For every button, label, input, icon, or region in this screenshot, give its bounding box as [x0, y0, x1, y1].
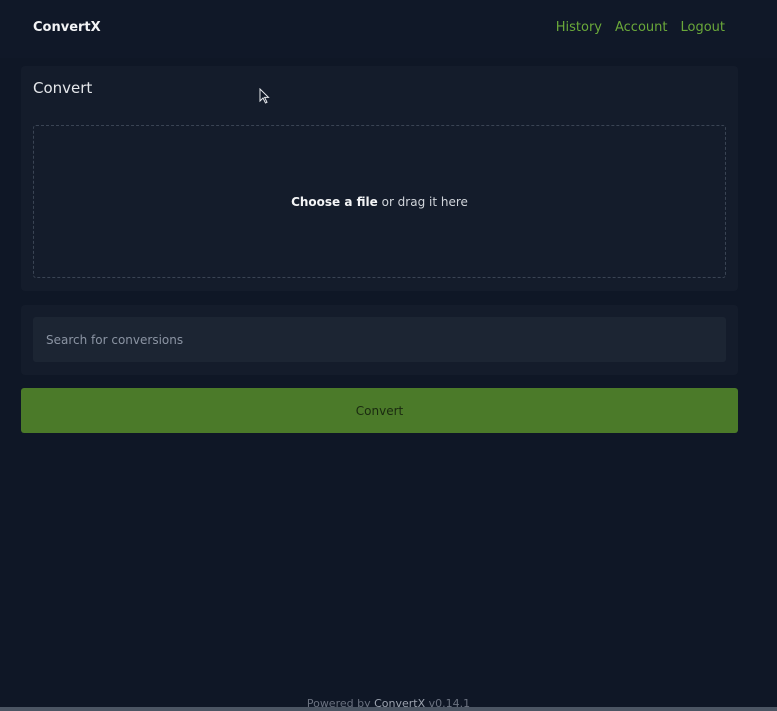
header: ConvertX History Account Logout — [0, 0, 777, 58]
nav-links: History Account Logout — [556, 20, 725, 35]
convert-button[interactable]: Convert — [21, 388, 738, 433]
bottom-scrollbar — [0, 707, 777, 711]
dropzone-text: Choose a file or drag it here — [291, 195, 468, 209]
brand-logo[interactable]: ConvertX — [33, 20, 101, 35]
convertx-page: ConvertX History Account Logout Convert … — [0, 0, 777, 711]
nav-account-link[interactable]: Account — [615, 20, 668, 35]
upload-card: Convert Choose a file or drag it here — [21, 66, 738, 291]
drag-here-text: or drag it here — [377, 194, 468, 209]
choose-file-text: Choose a file — [291, 194, 378, 209]
nav-history-link[interactable]: History — [556, 20, 602, 35]
file-dropzone[interactable]: Choose a file or drag it here — [33, 125, 726, 278]
nav-logout-link[interactable]: Logout — [680, 20, 725, 35]
search-card — [21, 305, 738, 375]
mouse-cursor-icon — [259, 88, 270, 104]
search-conversions-input[interactable] — [33, 317, 726, 362]
upload-card-title: Convert — [33, 79, 93, 97]
